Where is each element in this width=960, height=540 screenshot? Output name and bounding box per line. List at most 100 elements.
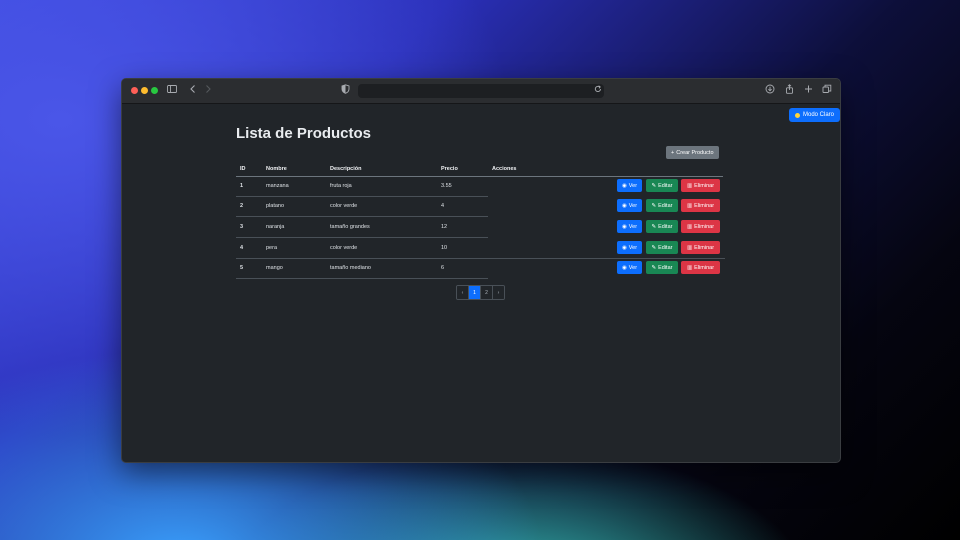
delete-label: Eliminar xyxy=(694,182,715,189)
cell-descripcion: tamaño grandes xyxy=(330,224,370,230)
edit-button[interactable]: ✎ Editar xyxy=(646,199,678,212)
browser-toolbar xyxy=(122,79,840,104)
view-button[interactable]: ◉ Ver xyxy=(617,241,642,254)
maximize-window-icon[interactable] xyxy=(151,87,158,94)
privacy-shield-icon[interactable] xyxy=(341,84,350,99)
view-label: Ver xyxy=(628,223,638,230)
page-1-button[interactable]: 1 xyxy=(469,286,481,299)
table-header: ID Nombre Descripción Precio Acciones xyxy=(236,163,723,177)
close-window-icon[interactable] xyxy=(131,87,138,94)
create-product-button[interactable]: + Crear Producto xyxy=(666,146,719,159)
cell-precio: 6 xyxy=(441,265,445,271)
pagination: ‹ 1 2 › xyxy=(456,285,505,300)
browser-window: Modo Claro Lista de Productos + Crear Pr… xyxy=(121,78,841,463)
trash-icon: ▥ xyxy=(686,202,693,209)
view-label: Ver xyxy=(628,244,638,251)
tab-overview-icon[interactable] xyxy=(822,84,832,99)
cell-precio: 10 xyxy=(441,245,448,251)
cell-descripcion: color verde xyxy=(330,245,358,251)
light-mode-toggle-button[interactable]: Modo Claro xyxy=(788,108,840,122)
view-button[interactable]: ◉ Ver xyxy=(617,220,642,233)
delete-button[interactable]: ▥ Eliminar xyxy=(681,241,720,254)
pencil-icon: ✎ xyxy=(651,182,657,189)
cell-precio: 12 xyxy=(441,224,448,230)
back-icon[interactable] xyxy=(189,84,197,99)
edit-button[interactable]: ✎ Editar xyxy=(646,179,678,192)
edit-button[interactable]: ✎ Editar xyxy=(646,220,678,233)
table-row: 4 pera color verde 10 ◉ Ver ✎ Editar ▥ Elim… xyxy=(236,239,725,259)
address-bar[interactable] xyxy=(358,84,604,98)
edit-label: Editar xyxy=(658,202,673,209)
cell-id: 3 xyxy=(240,224,244,230)
cell-descripcion: fruta roja xyxy=(330,183,352,189)
cell-id: 1 xyxy=(240,183,244,189)
header-id: ID xyxy=(240,166,246,172)
cell-descripcion: tamaño mediano xyxy=(330,265,371,271)
delete-button[interactable]: ▥ Eliminar xyxy=(681,179,720,192)
main-content: Lista de Productos + Crear Producto ID N… xyxy=(236,123,725,300)
pencil-icon: ✎ xyxy=(651,223,657,230)
pencil-icon: ✎ xyxy=(651,244,657,251)
header-acciones: Acciones xyxy=(492,166,517,172)
delete-label: Eliminar xyxy=(694,202,715,209)
delete-button[interactable]: ▥ Eliminar xyxy=(681,220,720,233)
edit-label: Editar xyxy=(658,264,673,271)
cell-nombre: mango xyxy=(266,265,283,271)
delete-button[interactable]: ▥ Eliminar xyxy=(681,199,720,212)
cell-nombre: platano xyxy=(266,203,285,209)
row-divider xyxy=(236,278,488,279)
trash-icon: ▥ xyxy=(686,182,693,189)
downloads-icon[interactable] xyxy=(765,84,775,99)
cell-precio: 3.55 xyxy=(441,183,452,189)
sun-icon xyxy=(794,112,800,118)
light-mode-toggle-label: Modo Claro xyxy=(802,112,834,118)
edit-label: Editar xyxy=(658,223,673,230)
header-descripcion: Descripción xyxy=(330,166,362,172)
view-button[interactable]: ◉ Ver xyxy=(617,199,642,212)
delete-label: Eliminar xyxy=(694,223,715,230)
share-icon[interactable] xyxy=(785,84,794,99)
page-2-button[interactable]: 2 xyxy=(481,286,493,299)
trash-icon: ▥ xyxy=(686,223,693,230)
edit-button[interactable]: ✎ Editar xyxy=(646,261,678,274)
forward-icon[interactable] xyxy=(204,84,212,99)
trash-icon: ▥ xyxy=(686,264,693,271)
trash-icon: ▥ xyxy=(686,244,693,251)
sidebar-toggle-icon[interactable] xyxy=(167,84,177,99)
eye-icon: ◉ xyxy=(621,202,627,209)
minimize-window-icon[interactable] xyxy=(141,87,148,94)
table-row: 1 manzana fruta roja 3.55 ◉ Ver ✎ Editar ▥… xyxy=(236,177,725,197)
eye-icon: ◉ xyxy=(621,264,627,271)
cell-precio: 4 xyxy=(441,203,445,209)
new-tab-icon[interactable] xyxy=(804,84,813,99)
pencil-icon: ✎ xyxy=(651,202,657,209)
cell-descripcion: color verde xyxy=(330,203,358,209)
cell-id: 2 xyxy=(240,203,244,209)
cell-id: 5 xyxy=(240,265,244,271)
edit-button[interactable]: ✎ Editar xyxy=(646,241,678,254)
prev-page-button[interactable]: ‹ xyxy=(457,286,469,299)
edit-label: Editar xyxy=(658,182,673,189)
eye-icon: ◉ xyxy=(621,223,627,230)
edit-label: Editar xyxy=(658,244,673,251)
eye-icon: ◉ xyxy=(621,182,627,189)
table-row: 5 mango tamaño mediano 6 ◉ Ver ✎ Editar ▥ E… xyxy=(236,259,725,279)
eye-icon: ◉ xyxy=(621,244,627,251)
plus-icon: + xyxy=(671,149,675,156)
next-page-button[interactable]: › xyxy=(493,286,504,299)
cell-nombre: naranja xyxy=(266,224,285,230)
reload-icon[interactable] xyxy=(594,84,602,99)
view-label: Ver xyxy=(628,202,638,209)
view-button[interactable]: ◉ Ver xyxy=(617,179,642,192)
row-divider xyxy=(236,216,488,217)
row-divider xyxy=(236,237,488,238)
delete-button[interactable]: ▥ Eliminar xyxy=(681,261,720,274)
header-nombre: Nombre xyxy=(266,166,287,172)
pencil-icon: ✎ xyxy=(651,264,657,271)
page-title: Lista de Productos xyxy=(236,125,372,142)
view-button[interactable]: ◉ Ver xyxy=(617,261,642,274)
view-label: Ver xyxy=(628,182,638,189)
table-row: 3 naranja tamaño grandes 12 ◉ Ver ✎ Editar… xyxy=(236,218,725,238)
delete-label: Eliminar xyxy=(694,264,715,271)
header-precio: Precio xyxy=(441,166,458,172)
